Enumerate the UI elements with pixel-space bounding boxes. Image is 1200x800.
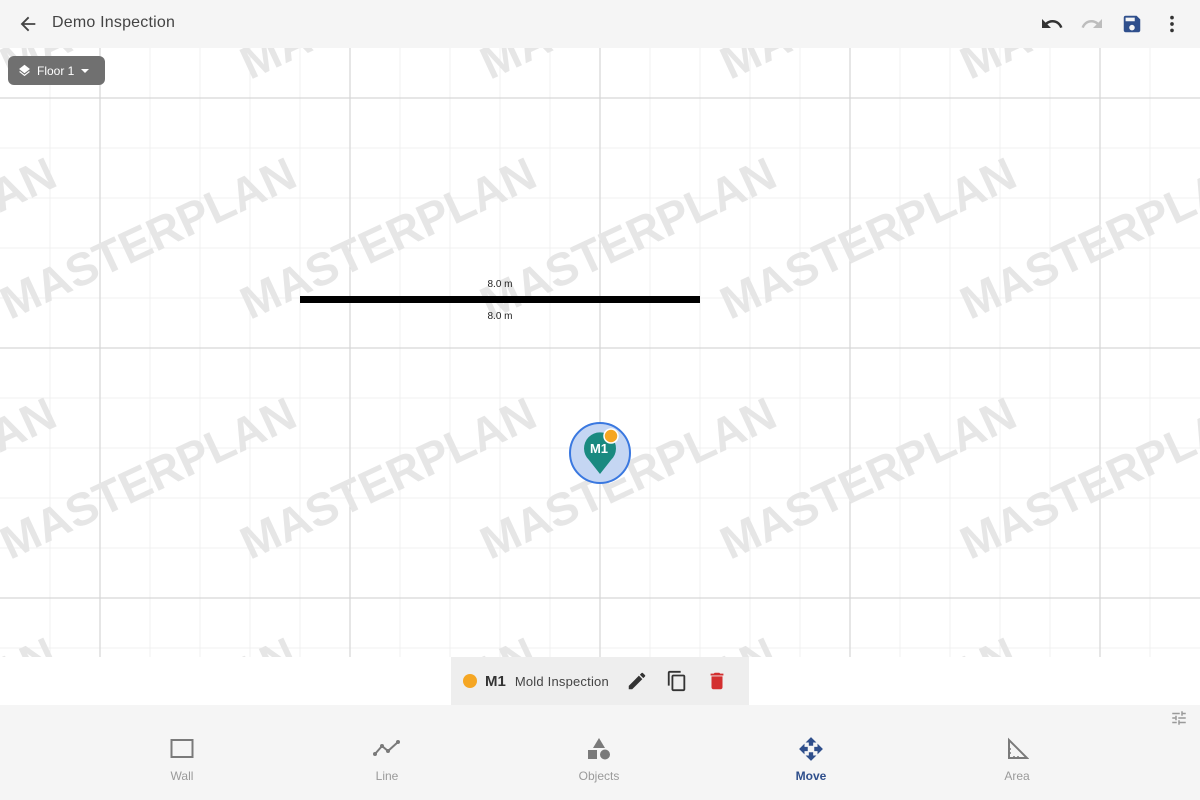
plan-svg: MASTERPLAN MASTERPLAN MASTERPLAN MASTERP…: [0, 48, 1200, 657]
caret-down-icon: [81, 68, 90, 73]
back-button[interactable]: [14, 10, 42, 38]
floor-selector[interactable]: Floor 1: [8, 56, 105, 85]
edit-icon: [628, 672, 646, 690]
nav-line-label: Line: [375, 769, 399, 783]
inspection-marker[interactable]: M1: [569, 422, 631, 484]
save-button[interactable]: [1118, 10, 1146, 38]
line-icon: [373, 740, 400, 756]
nav-wall[interactable]: Wall: [137, 735, 227, 783]
nav-objects-label: Objects: [578, 769, 620, 783]
save-icon: [1123, 15, 1141, 33]
nav-move[interactable]: Move: [766, 735, 856, 783]
floor-label: Floor 1: [37, 63, 75, 78]
tune-icon: [1172, 711, 1186, 725]
more-options-button[interactable]: [1158, 10, 1186, 38]
nav-area-label: Area: [1004, 769, 1030, 783]
wall-segment[interactable]: [300, 296, 700, 303]
nav-wall-label: Wall: [170, 769, 194, 783]
arrow-back-icon: [20, 16, 36, 32]
floor-plan-canvas[interactable]: MASTERPLAN MASTERPLAN MASTERPLAN MASTERP…: [0, 48, 1200, 657]
nav-area[interactable]: Area: [972, 735, 1062, 783]
move-icon: [799, 737, 823, 761]
nav-objects[interactable]: Objects: [554, 735, 644, 783]
delete-icon: [710, 672, 724, 690]
more-vert-icon: [1170, 15, 1174, 33]
area-icon: [1008, 737, 1029, 759]
selection-code: M1: [485, 672, 506, 690]
page-title: Demo Inspection: [52, 14, 176, 31]
nav-move-label: Move: [795, 769, 827, 783]
undo-button[interactable]: [1038, 10, 1066, 38]
bottom-toolbar: Wall Line Objects Move Area: [0, 705, 1200, 800]
copy-button[interactable]: [663, 667, 691, 695]
redo-button[interactable]: [1078, 10, 1106, 38]
wall-length-label-top: 8.0 m: [487, 279, 512, 290]
marker-code: M1: [590, 441, 608, 456]
watermark-text: MASTERPLAN: [952, 48, 1200, 89]
major-grid: [0, 48, 1200, 657]
copy-icon: [667, 670, 686, 692]
layers-icon: [19, 64, 30, 77]
redo-icon: [1081, 19, 1102, 28]
app-bar: Demo Inspection: [0, 0, 1200, 48]
undo-icon: [1042, 19, 1063, 28]
edit-button[interactable]: [623, 667, 651, 695]
nav-line[interactable]: Line: [342, 735, 432, 783]
watermark-text: MASTERPLAN: [0, 627, 64, 657]
marker-status-dot: [603, 428, 619, 444]
delete-button[interactable]: [703, 667, 731, 695]
tune-button[interactable]: [1170, 709, 1190, 729]
wall-length-label-bottom: 8.0 m: [487, 311, 512, 322]
selection-name: Mold Inspection: [514, 673, 609, 689]
selection-toolbar: M1 Mold Inspection: [451, 657, 749, 705]
objects-icon: [588, 738, 610, 760]
wall-icon: [170, 739, 194, 758]
status-dot: [463, 674, 477, 688]
